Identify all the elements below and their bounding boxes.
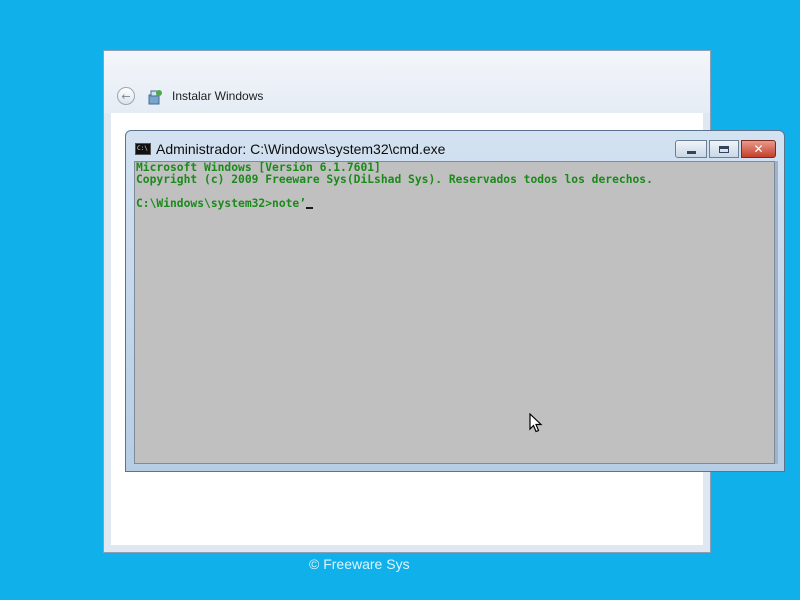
footer-copyright: © Freeware Sys [309, 556, 410, 572]
minimize-icon [686, 150, 696, 154]
setup-icon [148, 90, 162, 105]
cmd-window-title: Administrador: C:\Windows\system32\cmd.e… [156, 141, 446, 157]
back-arrow-icon[interactable]: ← [117, 87, 135, 105]
cmd-window: C:\ Administrador: C:\Windows\system32\c… [125, 130, 785, 472]
close-icon: ✕ [753, 142, 764, 156]
console-line-prompt[interactable]: C:\Windows\system32>note’ [136, 198, 774, 210]
console-output: Microsoft Windows [Versión 6.1.7601] Copy… [135, 162, 774, 210]
cmd-titlebar[interactable]: C:\ Administrador: C:\Windows\system32\c… [126, 131, 784, 161]
mouse-pointer-icon [529, 413, 543, 433]
setup-header: ← Instalar Windows [104, 51, 710, 113]
cmd-console[interactable]: Microsoft Windows [Versión 6.1.7601] Copy… [134, 161, 775, 464]
prompt-text: C:\Windows\system32>note’ [136, 197, 307, 210]
minimize-button[interactable] [675, 140, 707, 158]
cmd-scrollbar[interactable] [775, 161, 778, 464]
cmd-icon: C:\ [135, 143, 151, 155]
close-button[interactable]: ✕ [741, 140, 776, 158]
console-line-copyright: Copyright (c) 2009 Freeware Sys(DiLshad … [136, 173, 653, 186]
maximize-button[interactable] [709, 140, 739, 158]
text-cursor [306, 207, 314, 209]
maximize-icon [719, 145, 729, 153]
setup-window-title: Instalar Windows [172, 89, 264, 103]
